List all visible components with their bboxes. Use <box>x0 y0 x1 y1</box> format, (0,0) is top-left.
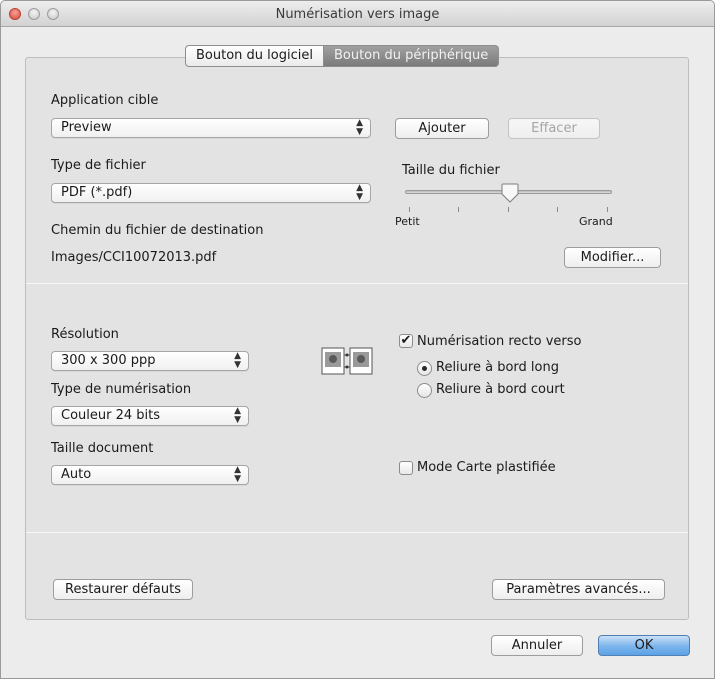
binding-short-edge-radio[interactable] <box>417 383 432 398</box>
window-title: Numérisation vers image <box>275 7 440 22</box>
restore-defaults-button[interactable]: Restaurer défauts <box>53 579 193 600</box>
target-app-select[interactable]: Preview ▲ ▼ <box>51 118 371 138</box>
file-type-value: PDF (*.pdf) <box>61 185 133 200</box>
section-divider <box>26 532 688 533</box>
popup-arrows-icon: ▲ ▼ <box>356 118 363 137</box>
binding-long-edge-label: Reliure à bord long <box>436 360 559 375</box>
tab-device-button[interactable]: Bouton du périphérique <box>322 45 500 67</box>
slider-tick <box>607 207 608 212</box>
resolution-value: 300 x 300 ppp <box>61 353 156 368</box>
popup-arrows-icon: ▲ ▼ <box>234 406 241 425</box>
slider-tick <box>557 207 558 212</box>
section-divider <box>26 283 688 284</box>
resolution-select[interactable]: 300 x 300 ppp ▲ ▼ <box>51 351 249 371</box>
settings-panel <box>25 57 689 620</box>
target-app-value: Preview <box>61 120 112 135</box>
document-size-select[interactable]: Auto ▲ ▼ <box>51 465 249 485</box>
document-size-label: Taille document <box>51 441 154 456</box>
resolution-label: Résolution <box>51 327 119 342</box>
popup-arrows-icon: ▲ ▼ <box>356 183 363 202</box>
checkmark-icon: ✔ <box>400 333 412 348</box>
advanced-settings-button[interactable]: Paramètres avancés... <box>492 579 665 600</box>
binding-short-edge-label: Reliure à bord court <box>436 382 565 397</box>
card-mode-checkbox[interactable] <box>399 461 413 475</box>
popup-arrows-icon: ▲ ▼ <box>234 351 241 370</box>
file-size-max-label: Grand <box>579 215 613 228</box>
binding-long-edge-radio[interactable] <box>417 361 432 376</box>
slider-tick <box>458 207 459 212</box>
file-size-label: Taille du fichier <box>402 163 500 178</box>
duplex-label: Numérisation recto verso <box>417 334 582 349</box>
title-bar: Numérisation vers image <box>1 1 714 27</box>
document-size-value: Auto <box>61 467 92 482</box>
scan-type-value: Couleur 24 bits <box>61 408 161 423</box>
popup-arrows-icon: ▲ ▼ <box>234 465 241 484</box>
file-type-select[interactable]: PDF (*.pdf) ▲ ▼ <box>51 183 371 203</box>
card-mode-label: Mode Carte plastifiée <box>417 460 556 475</box>
destination-path-label: Chemin du fichier de destination <box>51 223 264 238</box>
duplex-pages-icon <box>321 347 373 375</box>
tab-bar: Bouton du logiciel Bouton du périphériqu… <box>185 45 500 67</box>
add-app-button[interactable]: Ajouter <box>395 118 489 139</box>
file-type-label: Type de fichier <box>51 158 146 173</box>
scan-type-select[interactable]: Couleur 24 bits ▲ ▼ <box>51 406 249 426</box>
modify-path-button[interactable]: Modifier... <box>564 247 661 268</box>
scan-type-label: Type de numérisation <box>51 382 192 397</box>
slider-tick <box>409 207 410 212</box>
scan-to-image-dialog: Numérisation vers image Bouton du logici… <box>0 0 715 679</box>
destination-path-value: Images/CCI10072013.pdf <box>51 250 217 265</box>
slider-tick <box>508 207 509 212</box>
duplex-checkbox[interactable]: ✔ <box>399 334 413 348</box>
file-size-min-label: Petit <box>395 215 420 228</box>
tab-software-button[interactable]: Bouton du logiciel <box>185 45 323 67</box>
file-size-slider-thumb[interactable] <box>501 183 519 203</box>
delete-app-button[interactable]: Effacer <box>508 118 600 139</box>
target-app-label: Application cible <box>51 93 159 108</box>
cancel-button[interactable]: Annuler <box>491 635 583 656</box>
ok-button[interactable]: OK <box>598 635 690 656</box>
